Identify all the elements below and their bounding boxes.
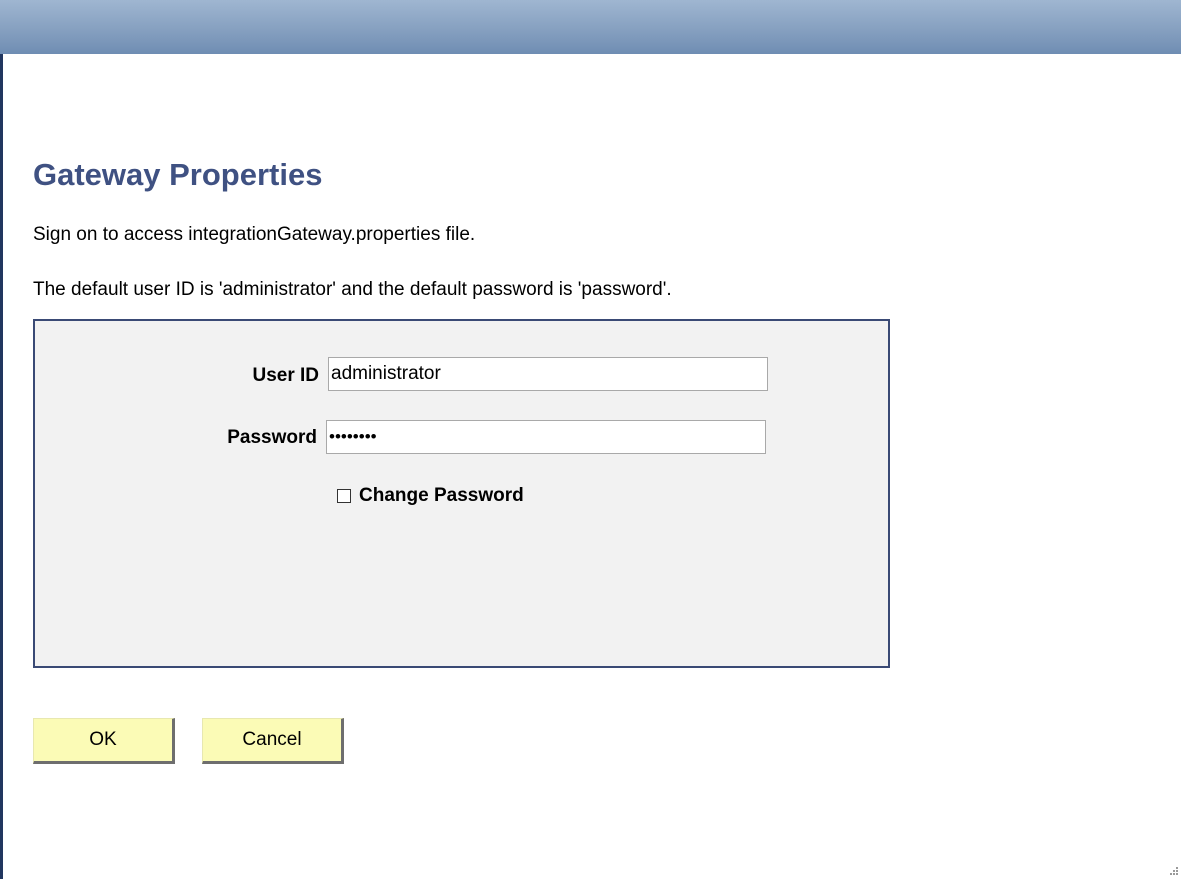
default-credentials-note: The default user ID is 'administrator' a… [33,279,672,300]
password-input[interactable] [326,420,766,454]
left-border [0,54,3,879]
password-label: Password [227,427,317,448]
change-password-label[interactable]: Change Password [359,485,524,507]
user-id-label: User ID [252,365,319,386]
signon-instruction: Sign on to access integrationGateway.pro… [33,224,476,245]
header-bar [0,0,1181,54]
resize-grip-icon[interactable] [1167,865,1179,877]
page-title: Gateway Properties [33,157,323,192]
gateway-properties-page: Gateway Properties Sign on to access int… [0,0,1181,879]
change-password-row[interactable]: Change Password [337,485,524,507]
signon-panel: User ID Password Change Password [33,319,890,668]
change-password-checkbox[interactable] [337,489,351,503]
cancel-button[interactable]: Cancel [202,718,344,764]
user-id-input[interactable] [328,357,768,391]
ok-button[interactable]: OK [33,718,175,764]
